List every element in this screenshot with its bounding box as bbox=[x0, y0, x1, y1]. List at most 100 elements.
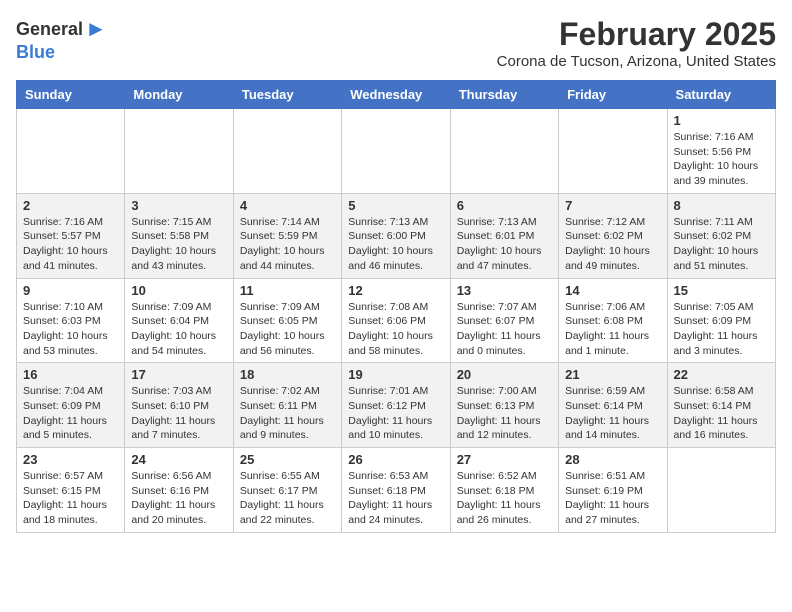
calendar-cell: 1 Sunrise: 7:16 AM Sunset: 5:56 PM Daylig… bbox=[667, 109, 775, 194]
calendar-cell: 14 Sunrise: 7:06 AM Sunset: 6:08 PM Dayli… bbox=[559, 278, 667, 363]
day-number: 2 bbox=[23, 198, 118, 213]
day-info: Sunrise: 7:10 AM Sunset: 6:03 PM Dayligh… bbox=[23, 300, 118, 359]
logo-arrow-icon: ► bbox=[85, 16, 107, 42]
page-header: General ► Blue February 2025 Corona de T… bbox=[16, 16, 776, 70]
day-number: 9 bbox=[23, 283, 118, 298]
calendar-cell: 2 Sunrise: 7:16 AM Sunset: 5:57 PM Daylig… bbox=[17, 193, 125, 278]
calendar-cell: 18 Sunrise: 7:02 AM Sunset: 6:11 PM Dayli… bbox=[233, 363, 341, 448]
calendar-week-row: 2 Sunrise: 7:16 AM Sunset: 5:57 PM Daylig… bbox=[17, 193, 776, 278]
calendar-cell: 23 Sunrise: 6:57 AM Sunset: 6:15 PM Dayli… bbox=[17, 448, 125, 533]
day-info: Sunrise: 7:08 AM Sunset: 6:06 PM Dayligh… bbox=[348, 300, 443, 359]
logo-general-text: General bbox=[16, 19, 83, 40]
day-number: 10 bbox=[131, 283, 226, 298]
calendar-cell: 27 Sunrise: 6:52 AM Sunset: 6:18 PM Dayli… bbox=[450, 448, 558, 533]
calendar-cell: 9 Sunrise: 7:10 AM Sunset: 6:03 PM Daylig… bbox=[17, 278, 125, 363]
day-info: Sunrise: 7:00 AM Sunset: 6:13 PM Dayligh… bbox=[457, 384, 552, 443]
calendar-week-row: 16Sunrise: 7:04 AM Sunset: 6:09 PM Dayli… bbox=[17, 363, 776, 448]
day-number: 26 bbox=[348, 452, 443, 467]
day-info: Sunrise: 7:12 AM Sunset: 6:02 PM Dayligh… bbox=[565, 215, 660, 274]
day-info: Sunrise: 6:59 AM Sunset: 6:14 PM Dayligh… bbox=[565, 384, 660, 443]
calendar-cell: 8Sunrise: 7:11 AM Sunset: 6:02 PM Daylig… bbox=[667, 193, 775, 278]
calendar-cell: 12 Sunrise: 7:08 AM Sunset: 6:06 PM Dayli… bbox=[342, 278, 450, 363]
day-number: 25 bbox=[240, 452, 335, 467]
day-info: Sunrise: 7:11 AM Sunset: 6:02 PM Dayligh… bbox=[674, 215, 769, 274]
calendar-table: SundayMondayTuesdayWednesdayThursdayFrid… bbox=[16, 80, 776, 533]
day-number: 18 bbox=[240, 367, 335, 382]
calendar-cell bbox=[450, 109, 558, 194]
logo-blue-text: Blue bbox=[16, 42, 55, 63]
day-number: 1 bbox=[674, 113, 769, 128]
calendar-cell: 7Sunrise: 7:12 AM Sunset: 6:02 PM Daylig… bbox=[559, 193, 667, 278]
day-info: Sunrise: 7:09 AM Sunset: 6:05 PM Dayligh… bbox=[240, 300, 335, 359]
weekday-header-monday: Monday bbox=[125, 81, 233, 109]
calendar-cell: 10 Sunrise: 7:09 AM Sunset: 6:04 PM Dayli… bbox=[125, 278, 233, 363]
day-number: 11 bbox=[240, 283, 335, 298]
day-number: 28 bbox=[565, 452, 660, 467]
calendar-cell: 15 Sunrise: 7:05 AM Sunset: 6:09 PM Dayli… bbox=[667, 278, 775, 363]
day-number: 13 bbox=[457, 283, 552, 298]
calendar-cell: 26 Sunrise: 6:53 AM Sunset: 6:18 PM Dayli… bbox=[342, 448, 450, 533]
weekday-header-wednesday: Wednesday bbox=[342, 81, 450, 109]
calendar-cell bbox=[125, 109, 233, 194]
calendar-cell: 22Sunrise: 6:58 AM Sunset: 6:14 PM Dayli… bbox=[667, 363, 775, 448]
calendar-cell: 21 Sunrise: 6:59 AM Sunset: 6:14 PM Dayli… bbox=[559, 363, 667, 448]
calendar-week-row: 9 Sunrise: 7:10 AM Sunset: 6:03 PM Daylig… bbox=[17, 278, 776, 363]
day-number: 19 bbox=[348, 367, 443, 382]
day-info: Sunrise: 7:02 AM Sunset: 6:11 PM Dayligh… bbox=[240, 384, 335, 443]
calendar-cell bbox=[342, 109, 450, 194]
calendar-cell bbox=[17, 109, 125, 194]
day-info: Sunrise: 7:13 AM Sunset: 6:01 PM Dayligh… bbox=[457, 215, 552, 274]
calendar-week-row: 1 Sunrise: 7:16 AM Sunset: 5:56 PM Daylig… bbox=[17, 109, 776, 194]
calendar-week-row: 23 Sunrise: 6:57 AM Sunset: 6:15 PM Dayli… bbox=[17, 448, 776, 533]
day-number: 21 bbox=[565, 367, 660, 382]
day-info: Sunrise: 7:06 AM Sunset: 6:08 PM Dayligh… bbox=[565, 300, 660, 359]
day-number: 6 bbox=[457, 198, 552, 213]
calendar-cell: 25 Sunrise: 6:55 AM Sunset: 6:17 PM Dayli… bbox=[233, 448, 341, 533]
calendar-cell bbox=[233, 109, 341, 194]
day-info: Sunrise: 7:16 AM Sunset: 5:57 PM Dayligh… bbox=[23, 215, 118, 274]
weekday-header-saturday: Saturday bbox=[667, 81, 775, 109]
calendar-cell: 28Sunrise: 6:51 AM Sunset: 6:19 PM Dayli… bbox=[559, 448, 667, 533]
calendar-cell: 11 Sunrise: 7:09 AM Sunset: 6:05 PM Dayli… bbox=[233, 278, 341, 363]
day-info: Sunrise: 7:04 AM Sunset: 6:09 PM Dayligh… bbox=[23, 384, 118, 443]
calendar-cell bbox=[667, 448, 775, 533]
calendar-cell: 6 Sunrise: 7:13 AM Sunset: 6:01 PM Daylig… bbox=[450, 193, 558, 278]
day-info: Sunrise: 7:15 AM Sunset: 5:58 PM Dayligh… bbox=[131, 215, 226, 274]
day-number: 3 bbox=[131, 198, 226, 213]
weekday-header-friday: Friday bbox=[559, 81, 667, 109]
day-info: Sunrise: 6:55 AM Sunset: 6:17 PM Dayligh… bbox=[240, 469, 335, 528]
calendar-cell: 24 Sunrise: 6:56 AM Sunset: 6:16 PM Dayli… bbox=[125, 448, 233, 533]
calendar-cell: 16Sunrise: 7:04 AM Sunset: 6:09 PM Dayli… bbox=[17, 363, 125, 448]
day-info: Sunrise: 7:09 AM Sunset: 6:04 PM Dayligh… bbox=[131, 300, 226, 359]
day-number: 12 bbox=[348, 283, 443, 298]
calendar-cell bbox=[559, 109, 667, 194]
day-info: Sunrise: 7:03 AM Sunset: 6:10 PM Dayligh… bbox=[131, 384, 226, 443]
logo: General ► Blue bbox=[16, 16, 107, 63]
day-number: 27 bbox=[457, 452, 552, 467]
day-number: 20 bbox=[457, 367, 552, 382]
day-info: Sunrise: 6:53 AM Sunset: 6:18 PM Dayligh… bbox=[348, 469, 443, 528]
calendar-cell: 5Sunrise: 7:13 AM Sunset: 6:00 PM Daylig… bbox=[342, 193, 450, 278]
weekday-header-tuesday: Tuesday bbox=[233, 81, 341, 109]
title-block: February 2025 Corona de Tucson, Arizona,… bbox=[497, 16, 776, 70]
day-number: 14 bbox=[565, 283, 660, 298]
day-info: Sunrise: 7:05 AM Sunset: 6:09 PM Dayligh… bbox=[674, 300, 769, 359]
day-number: 24 bbox=[131, 452, 226, 467]
day-number: 4 bbox=[240, 198, 335, 213]
day-info: Sunrise: 6:56 AM Sunset: 6:16 PM Dayligh… bbox=[131, 469, 226, 528]
calendar-cell: 20 Sunrise: 7:00 AM Sunset: 6:13 PM Dayli… bbox=[450, 363, 558, 448]
day-info: Sunrise: 6:52 AM Sunset: 6:18 PM Dayligh… bbox=[457, 469, 552, 528]
day-info: Sunrise: 6:57 AM Sunset: 6:15 PM Dayligh… bbox=[23, 469, 118, 528]
day-number: 22 bbox=[674, 367, 769, 382]
day-info: Sunrise: 7:01 AM Sunset: 6:12 PM Dayligh… bbox=[348, 384, 443, 443]
day-info: Sunrise: 7:16 AM Sunset: 5:56 PM Dayligh… bbox=[674, 130, 769, 189]
day-info: Sunrise: 7:13 AM Sunset: 6:00 PM Dayligh… bbox=[348, 215, 443, 274]
weekday-header-thursday: Thursday bbox=[450, 81, 558, 109]
weekday-header-sunday: Sunday bbox=[17, 81, 125, 109]
day-number: 23 bbox=[23, 452, 118, 467]
calendar-cell: 3 Sunrise: 7:15 AM Sunset: 5:58 PM Daylig… bbox=[125, 193, 233, 278]
calendar-subtitle: Corona de Tucson, Arizona, United States bbox=[497, 53, 776, 70]
day-number: 17 bbox=[131, 367, 226, 382]
day-info: Sunrise: 7:14 AM Sunset: 5:59 PM Dayligh… bbox=[240, 215, 335, 274]
day-number: 15 bbox=[674, 283, 769, 298]
